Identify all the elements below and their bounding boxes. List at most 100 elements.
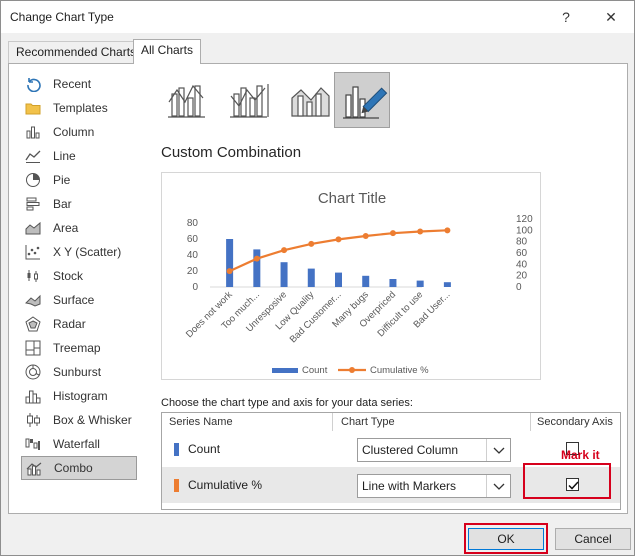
sidebar-item-x-y-scatter[interactable]: X Y (Scatter) [21,240,137,264]
line-chart-icon [25,148,41,164]
sidebar-item-sunburst[interactable]: Sunburst [21,360,137,384]
legend-label-cumulative: Cumulative % [370,365,429,376]
sidebar-item-label: Stock [53,269,84,283]
sidebar-item-column[interactable]: Column [21,120,137,144]
help-button[interactable]: ? [550,5,582,29]
series-row-count: Count Clustered Column [162,431,620,467]
histogram-chart-icon [25,388,41,404]
sidebar-item-pie[interactable]: Pie [21,168,137,192]
y-axis-tick-label: 60 [187,234,199,245]
annotation-label: Mark it [561,448,600,462]
pie-chart-icon [25,172,41,188]
sidebar-item-recent[interactable]: Recent [21,72,137,96]
combo-chart-icon [26,461,42,477]
bar-chart-icon [25,196,41,212]
sidebar-item-label: Waterfall [53,437,100,451]
secondary-y-axis-tick-label: 0 [516,282,522,293]
bar-count [253,249,261,287]
scatter-chart-icon [25,244,41,260]
clustered-column-line-secondary-icon[interactable] [221,72,277,128]
sidebar-item-label: Histogram [53,389,108,403]
point-cumulative [281,247,288,254]
series-name: Cumulative % [188,478,263,492]
sidebar-item-label: Recent [53,77,92,91]
chevron-down-icon[interactable] [486,475,510,497]
radar-chart-icon [25,316,41,332]
chart-type-list: Recent Templates Column Line Pie Bar Area X Y (… [21,72,137,480]
cancel-button[interactable]: Cancel [555,528,631,550]
sidebar-item-histogram[interactable]: Histogram [21,384,137,408]
waterfall-chart-icon [25,436,41,452]
chevron-down-icon[interactable] [486,439,510,461]
chart-type-value: Line with Markers [362,479,457,493]
clustered-column-line-icon[interactable] [159,72,215,128]
sidebar-item-radar[interactable]: Radar [21,312,137,336]
change-chart-type-dialog: Change Chart Type ? ✕ Recommended Charts… [0,0,635,556]
bar-count [389,279,397,287]
secondary-y-axis-tick-label: 100 [516,225,533,236]
folder-icon [25,100,41,116]
sidebar-item-waterfall[interactable]: Waterfall [21,432,137,456]
sidebar-item-combo[interactable]: Combo [21,456,137,480]
tab-all-charts[interactable]: All Charts [133,39,202,64]
bar-count [362,275,370,287]
bar-count [307,268,315,287]
point-cumulative [417,228,424,235]
sidebar-item-label: X Y (Scatter) [53,245,122,259]
window-title: Change Chart Type [10,10,114,24]
series-section-heading: Choose the chart type and axis for your … [161,397,413,409]
secondary-y-axis-tick-label: 40 [516,259,528,270]
chart-title: Chart Title [318,190,386,207]
sidebar-item-treemap[interactable]: Treemap [21,336,137,360]
sidebar-item-templates[interactable]: Templates [21,96,137,120]
bar-count [335,272,342,287]
stacked-area-column-icon[interactable] [283,72,339,128]
sidebar-item-label: Sunburst [53,365,102,379]
sidebar-item-label: Area [53,221,79,235]
sidebar-item-label: Radar [53,317,86,331]
chart-type-value: Clustered Column [362,443,459,457]
section-title: Custom Combination [161,144,302,161]
point-cumulative [362,233,369,239]
sidebar-item-stock[interactable]: Stock [21,264,137,288]
column-divider [530,413,531,431]
legend-marker-cumulative [349,367,355,373]
sunburst-chart-icon [25,364,41,380]
title-bar: Change Chart Type ? ✕ [1,1,634,33]
sidebar-item-label: Templates [53,101,108,115]
y-axis-tick-label: 0 [192,282,198,293]
bar-count [280,262,288,287]
legend-swatch-count [272,368,298,373]
sidebar-item-line[interactable]: Line [21,144,137,168]
sidebar-item-surface[interactable]: Surface [21,288,137,312]
recent-icon [25,76,41,93]
tab-recommended-charts[interactable]: Recommended Charts [8,41,145,63]
point-cumulative [335,236,342,243]
point-cumulative [444,227,451,234]
area-chart-icon [25,220,41,236]
custom-combination-icon[interactable] [334,72,390,128]
series-color-swatch [174,479,179,492]
box-whisker-chart-icon [25,412,41,428]
sidebar-item-area[interactable]: Area [21,216,137,240]
close-button[interactable]: ✕ [595,5,627,29]
sidebar-item-label: Combo [54,461,93,475]
chart-preview: Chart Title 80 60 40 20 0 120 100 80 60 40 20 0 Does … [161,172,541,380]
secondary-y-axis-tick-label: 20 [516,271,528,282]
chart-type-select-cumulative[interactable]: Line with Markers [357,474,511,498]
point-cumulative [308,240,315,247]
stock-chart-icon [25,268,41,284]
bar-count [443,282,451,287]
x-axis-tick-label: Does not work [184,289,235,340]
sidebar-item-label: Column [53,125,95,139]
bar-count [416,280,424,287]
legend-label-count: Count [302,365,328,376]
sidebar-item-box-whisker[interactable]: Box & Whisker [21,408,137,432]
column-header-secondary-axis: Secondary Axis [537,416,613,428]
series-name: Count [188,442,221,456]
sidebar-item-bar[interactable]: Bar [21,192,137,216]
y-axis-tick-label: 80 [187,218,199,229]
chart-type-select-count[interactable]: Clustered Column [357,438,511,462]
combo-chart: Chart Title806040200120100806040200Does … [184,190,533,376]
y-axis-tick-label: 40 [187,250,199,261]
